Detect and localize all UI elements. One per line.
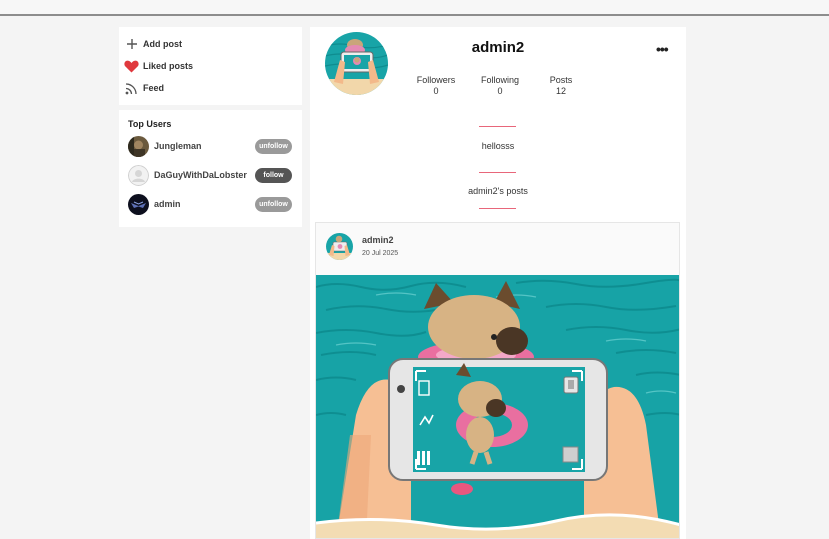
following-count: 0 xyxy=(497,86,503,96)
following-stat[interactable]: Following 0 xyxy=(480,75,520,96)
top-user-name[interactable]: Jungleman xyxy=(154,141,255,151)
top-user-name[interactable]: admin xyxy=(154,199,255,209)
post-header: admin2 20 Jul 2025 xyxy=(316,223,679,276)
unfollow-button[interactable]: unfollow xyxy=(255,138,292,154)
divider xyxy=(479,126,516,127)
posts-heading: admin2's posts xyxy=(468,186,528,196)
avatar[interactable] xyxy=(128,193,149,215)
posts-count: 12 xyxy=(555,86,566,96)
post-image[interactable] xyxy=(316,275,679,538)
top-users-title: Top Users xyxy=(128,119,172,129)
avatar[interactable] xyxy=(128,164,149,186)
browser-top-bar xyxy=(0,0,829,16)
sidebar: Add post Liked posts Feed Top Users Jung… xyxy=(119,27,302,227)
heart-icon xyxy=(124,59,139,74)
liked-posts-label: Liked posts xyxy=(143,61,194,71)
more-options-icon[interactable]: ••• xyxy=(656,41,669,57)
profile-bio: hellosss xyxy=(481,141,515,151)
divider xyxy=(479,208,516,209)
following-label: Following xyxy=(480,75,520,85)
posts-stat: Posts 12 xyxy=(546,75,576,96)
rss-icon xyxy=(124,81,139,96)
followers-label: Followers xyxy=(416,75,456,85)
top-user-row: Jungleman unfollow xyxy=(128,135,292,157)
avatar[interactable] xyxy=(128,135,149,157)
top-user-row: admin unfollow xyxy=(128,193,292,215)
top-user-name[interactable]: DaGuyWithDaLobster xyxy=(154,170,255,180)
post-author[interactable]: admin2 xyxy=(362,235,394,245)
followers-stat[interactable]: Followers 0 xyxy=(416,75,456,96)
profile-username: admin2 xyxy=(471,39,525,56)
profile-panel: admin2 ••• Followers 0 Following 0 Posts… xyxy=(310,27,686,539)
feed-label: Feed xyxy=(143,83,165,93)
top-users-panel: Top Users Jungleman unfollow DaGuyWithDa… xyxy=(119,110,302,227)
post-card[interactable]: admin2 20 Jul 2025 xyxy=(315,222,680,539)
sidebar-menu: Add post Liked posts Feed xyxy=(119,27,302,105)
post-date: 20 Jul 2025 xyxy=(362,250,399,257)
avatar[interactable] xyxy=(326,233,353,260)
divider xyxy=(479,172,516,173)
top-user-row: DaGuyWithDaLobster follow xyxy=(128,164,292,186)
liked-posts-link[interactable]: Liked posts xyxy=(119,55,302,77)
follow-button[interactable]: follow xyxy=(255,167,292,183)
posts-label: Posts xyxy=(549,75,573,85)
unfollow-button[interactable]: unfollow xyxy=(255,196,292,212)
plus-icon xyxy=(124,37,139,52)
feed-link[interactable]: Feed xyxy=(119,77,302,99)
add-post-link[interactable]: Add post xyxy=(119,33,302,55)
followers-count: 0 xyxy=(433,86,439,96)
add-post-label: Add post xyxy=(143,39,182,49)
